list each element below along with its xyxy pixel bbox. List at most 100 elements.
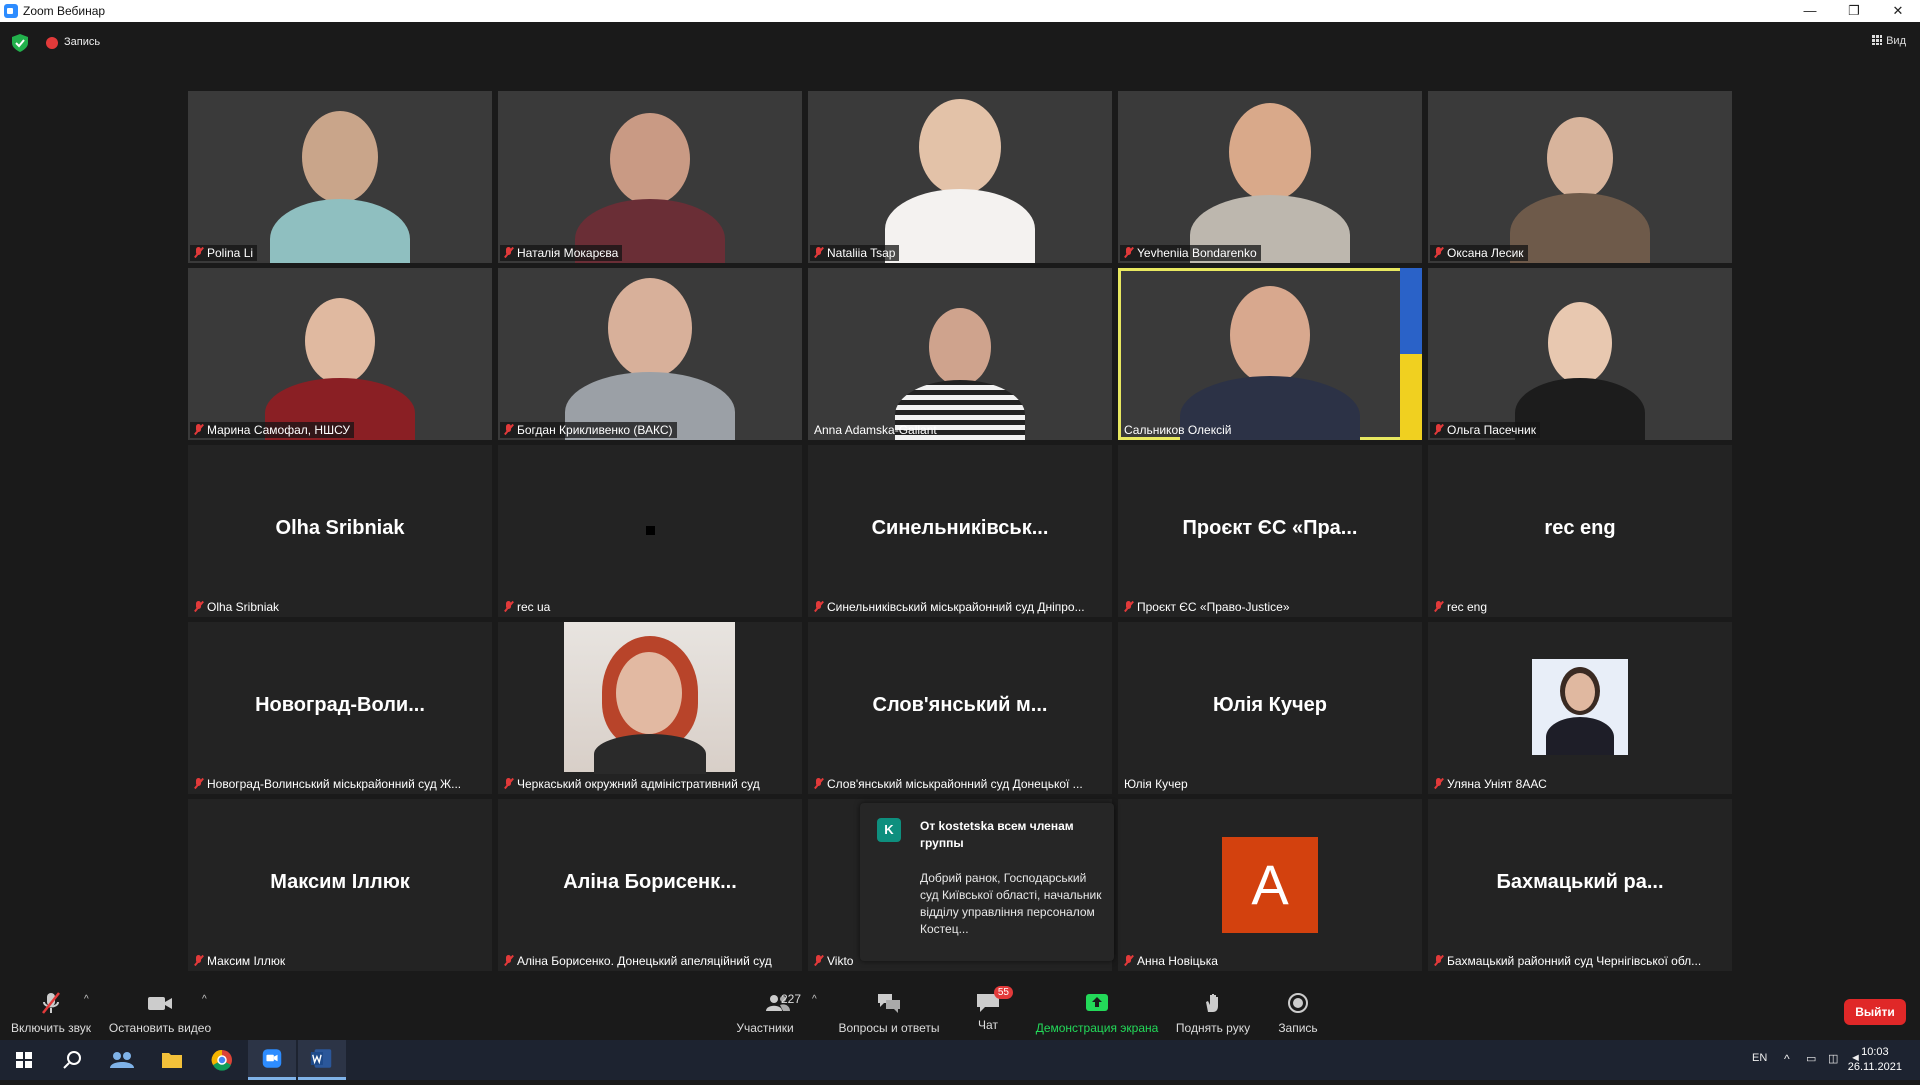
taskbar-app-chrome[interactable] (198, 1040, 246, 1080)
camera-icon (148, 997, 172, 1010)
participant-profile-photo (564, 622, 735, 774)
participant-display-name: Новоград-Воли... (255, 694, 425, 716)
participant-display-name: Аліна Борисенк... (563, 871, 737, 893)
participant-name-label: Ольга Пасечник (1430, 422, 1540, 438)
search-button[interactable] (48, 1040, 96, 1080)
participants-options-caret-icon[interactable]: ^ (812, 994, 817, 1005)
window-title: Zoom Вебинар (23, 4, 106, 18)
participant-name-label: rec eng (1430, 599, 1491, 615)
participant-tile[interactable]: Наталія Мокарєва (498, 91, 802, 263)
participant-video (575, 113, 725, 263)
participant-name-label: Оксана Лесик (1430, 245, 1528, 261)
chat-button[interactable]: 55 Чат (964, 978, 1013, 1040)
participant-tile[interactable]: rec eng rec eng (1428, 445, 1732, 617)
participant-name-label: Polina Li (190, 245, 258, 261)
participant-tile[interactable]: rec ua (498, 445, 802, 617)
unmute-button[interactable]: Включить звук (8, 978, 94, 1040)
participant-tile[interactable]: Черкаський окружний адміністративний суд (498, 622, 802, 794)
participant-tile[interactable]: Уляна Уніят 8ААС (1428, 622, 1732, 794)
taskbar-app-zoom[interactable] (248, 1040, 296, 1080)
participant-tile[interactable]: Ольга Пасечник (1428, 268, 1732, 440)
audio-options-caret-icon[interactable]: ^ (84, 994, 89, 1005)
security-shield-icon[interactable] (12, 34, 28, 52)
windows-logo-icon (16, 1052, 32, 1068)
participant-name-label: Слов'янський міськрайонний суд Донецької… (810, 776, 1087, 792)
participant-tile[interactable]: Марина Самофал, НШСУ (188, 268, 492, 440)
mic-muted-icon (504, 424, 513, 435)
participant-tile[interactable]: Nataliia Tsap (808, 91, 1112, 263)
close-button[interactable]: ✕ (1876, 0, 1920, 22)
input-language[interactable]: EN (1752, 1052, 1767, 1064)
qa-label: Вопросы и ответы (838, 1021, 940, 1035)
participant-tile[interactable]: Polina Li (188, 91, 492, 263)
qa-button[interactable]: Вопросы и ответы (836, 978, 942, 1040)
word-icon (310, 1049, 332, 1068)
qa-icon (878, 994, 900, 1013)
participant-tile[interactable]: Yevheniia Bondarenko (1118, 91, 1422, 263)
record-icon (1288, 993, 1308, 1013)
participant-video (565, 278, 735, 440)
recording-label[interactable]: Запись (64, 36, 100, 48)
participant-tile[interactable]: Богдан Крикливенко (ВАКС) (498, 268, 802, 440)
start-button[interactable] (0, 1040, 48, 1080)
zoom-icon (262, 1049, 282, 1068)
mic-muted-icon (1124, 247, 1133, 258)
tray-chevron-up-icon[interactable]: ^ (1784, 1052, 1790, 1066)
stop-video-button[interactable]: Остановить видео (108, 978, 212, 1040)
taskbar-app-file-explorer[interactable] (148, 1040, 196, 1080)
stop-video-label: Остановить видео (108, 1021, 212, 1035)
taskbar-app-people[interactable] (98, 1040, 146, 1080)
mic-muted-icon (814, 955, 823, 966)
participant-tile[interactable]: Оксана Лесик (1428, 91, 1732, 263)
restore-button[interactable]: ❐ (1832, 0, 1876, 22)
participant-tile[interactable]: Слов'янський м... Слов'янський міськрайо… (808, 622, 1112, 794)
leave-button[interactable]: Выйти (1844, 999, 1906, 1025)
participant-tile[interactable]: Бахмацький ра... Бахмацький районний суд… (1428, 799, 1732, 971)
mic-muted-icon (194, 247, 203, 258)
participant-tile[interactable]: Аліна Борисенк... Аліна Борисенко. Донец… (498, 799, 802, 971)
participant-name-label: Olha Sribniak (190, 599, 283, 615)
chat-icon: 55 (975, 986, 1013, 1014)
record-label: Запись (1278, 1021, 1318, 1035)
participant-name-label: Синельниківський міськрайонний суд Дніпр… (810, 599, 1089, 615)
share-screen-button[interactable]: Демонстрация экрана (1032, 978, 1162, 1040)
mic-muted-icon (1434, 247, 1443, 258)
taskbar-clock[interactable]: 10:03 26.11.2021 (1848, 1045, 1902, 1075)
participant-tile[interactable]: Максим Іллюк Максим Іллюк (188, 799, 492, 971)
window-titlebar: Zoom Вебинар — ❐ ✕ (0, 0, 1920, 22)
participant-name-label: Сальников Олексій (1124, 423, 1232, 437)
taskbar-app-word[interactable] (298, 1040, 346, 1080)
participant-tile[interactable]: Проєкт ЄС «Пра... Проєкт ЄС «Право-Justi… (1118, 445, 1422, 617)
participant-tile[interactable]: Юлія Кучер Юлія Кучер (1118, 622, 1422, 794)
participant-tile[interactable]: А Анна Новіцька (1118, 799, 1422, 971)
minimize-button[interactable]: — (1788, 0, 1832, 22)
raise-hand-button[interactable]: Поднять руку (1172, 978, 1254, 1040)
participant-name-label: Богдан Крикливенко (ВАКС) (500, 422, 677, 438)
participants-button[interactable]: 227 Участники (726, 978, 804, 1040)
participant-tile[interactable]: Olha Sribniak Olha Sribniak (188, 445, 492, 617)
participant-tile[interactable]: Anna Adamska-Gallant (808, 268, 1112, 440)
clock-date: 26.11.2021 (1847, 1061, 1902, 1073)
grid-view-icon (1872, 35, 1883, 45)
meeting-top-bar: Запись Вид (0, 22, 1920, 64)
sender-avatar: K (877, 818, 901, 842)
participant-video (265, 298, 415, 440)
participant-tile-active-speaker[interactable]: Сальников Олексій (1118, 268, 1422, 440)
battery-icon[interactable]: ▭ (1806, 1052, 1816, 1065)
participant-display-name: Проєкт ЄС «Пра... (1182, 517, 1358, 539)
meeting-toolbar: Включить звук ^ Остановить видео ^ 227 У… (0, 978, 1920, 1040)
participant-tile[interactable]: Новоград-Воли... Новоград-Волинський міс… (188, 622, 492, 794)
mic-muted-icon (194, 424, 203, 435)
video-options-caret-icon[interactable]: ^ (202, 994, 207, 1005)
mic-muted-icon (814, 247, 823, 258)
chat-notification-popup[interactable]: K От kostetska всем членам группы Добрий… (860, 803, 1114, 961)
network-icon[interactable]: ◫ (1828, 1052, 1838, 1065)
mic-muted-icon (1434, 778, 1443, 789)
search-icon (63, 1051, 81, 1069)
record-button[interactable]: Запись (1270, 978, 1326, 1040)
participant-tile[interactable]: Синельниківськ... Синельниківський міськ… (808, 445, 1112, 617)
chat-message: Добрий ранок, Господарський суд Київсько… (920, 871, 1102, 936)
view-button[interactable]: Вид (1872, 35, 1906, 47)
participants-label: Участники (736, 1021, 794, 1035)
raise-hand-label: Поднять руку (1175, 1021, 1251, 1035)
